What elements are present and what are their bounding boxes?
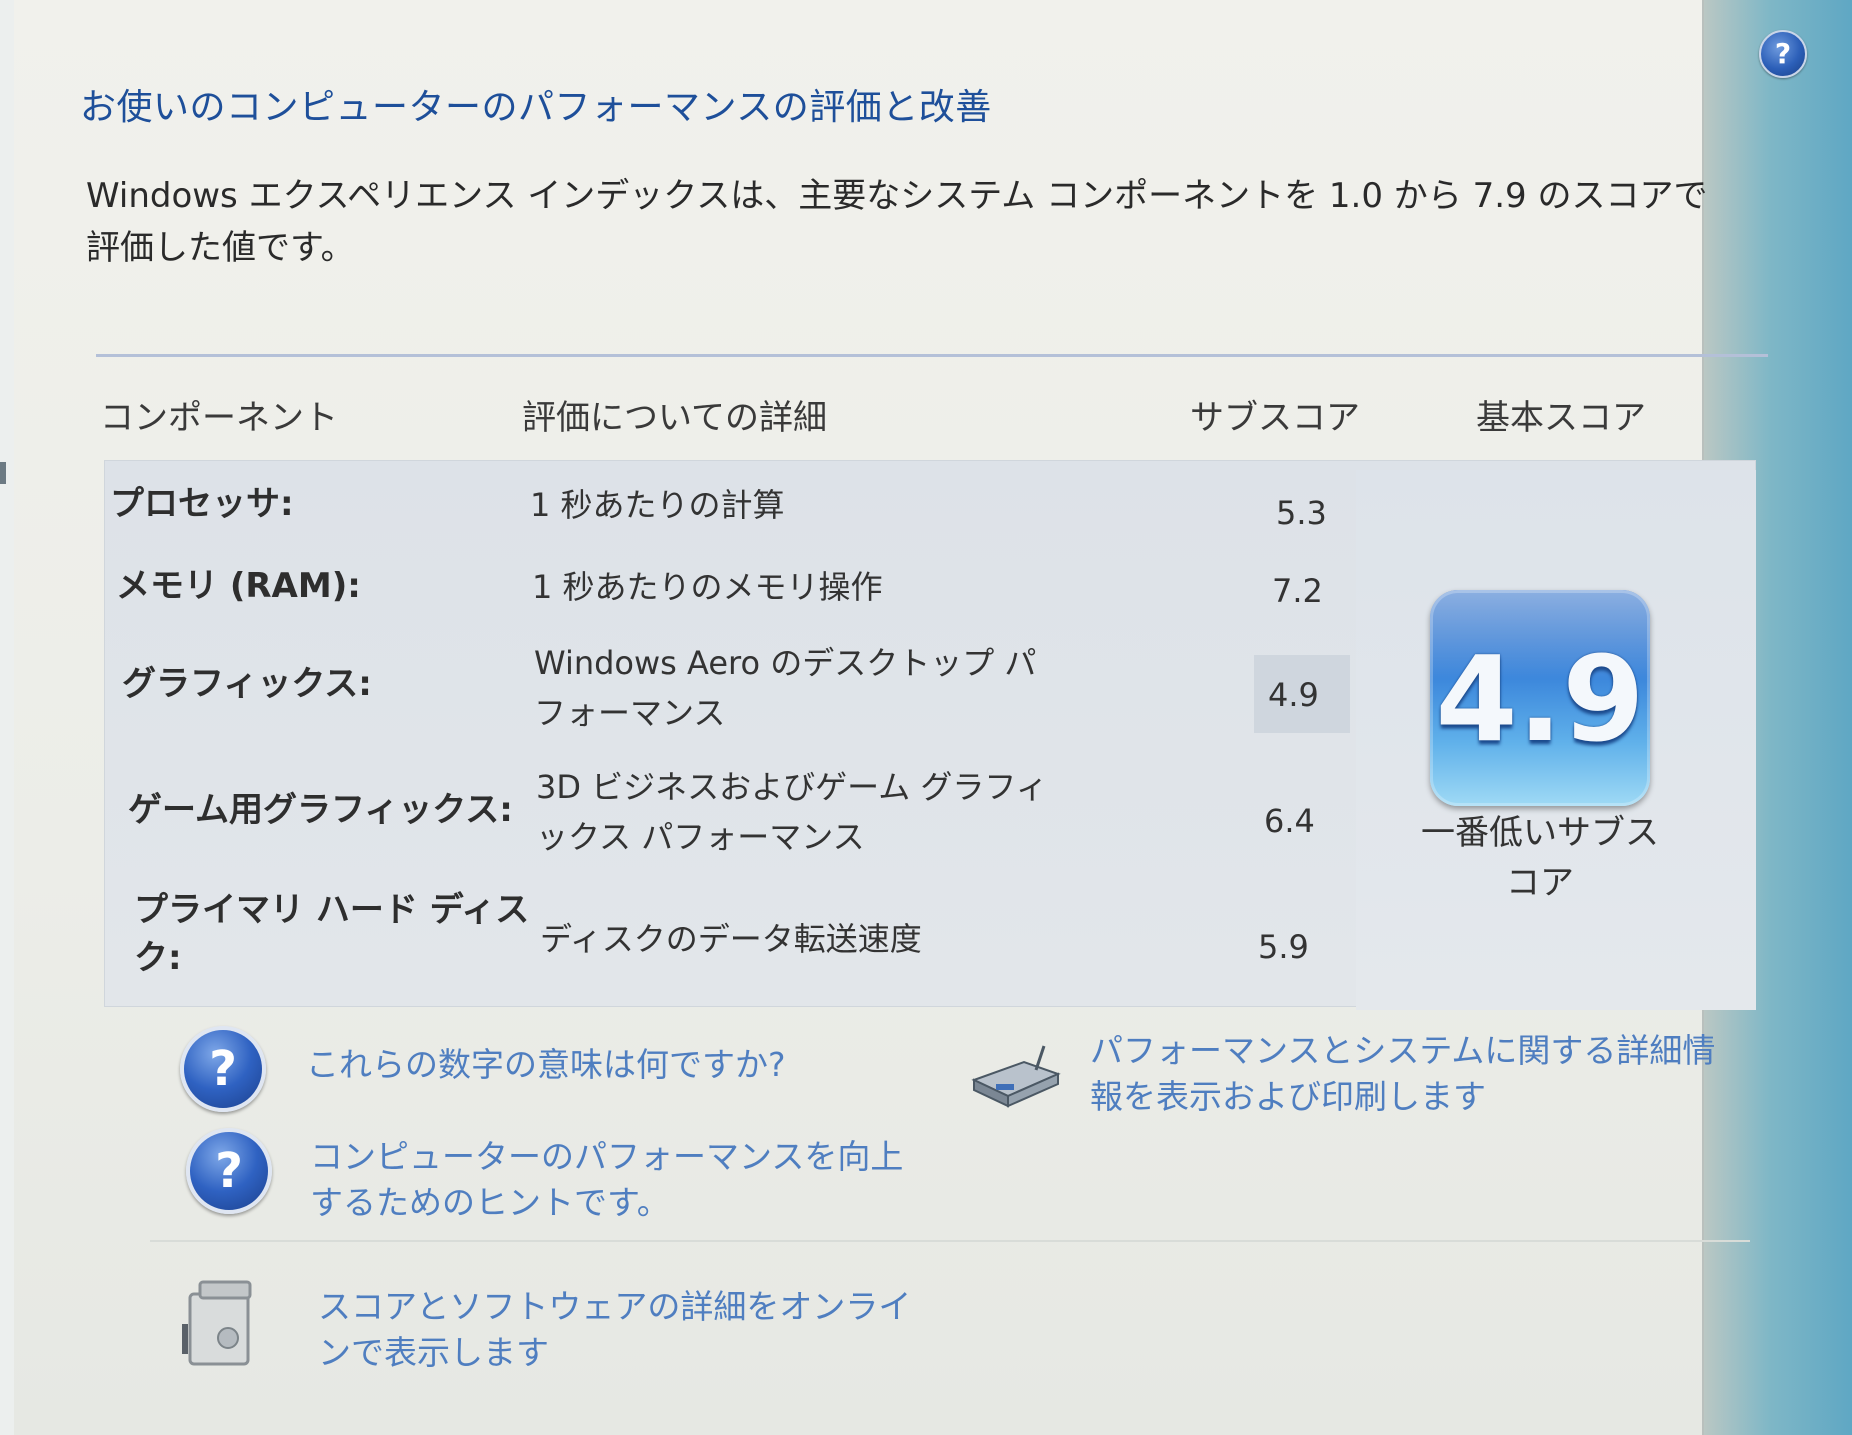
- help-icon[interactable]: ?: [1759, 30, 1807, 78]
- row-desc-processor: 1 秒あたりの計算: [530, 486, 785, 524]
- left-pane-edge: [0, 0, 15, 1435]
- link-online-details-line1[interactable]: スコアとソフトウェアの詳細をオンライ: [318, 1284, 911, 1330]
- row-desc-graphics-line2: フォーマンス: [534, 694, 726, 732]
- page-title: お使いのコンピューターのパフォーマンスの評価と改善: [80, 87, 992, 128]
- row-desc-gaming-line1: 3D ビジネスおよびゲーム グラフィ: [536, 768, 1048, 806]
- header-subscore: サブスコア: [1190, 398, 1360, 438]
- row-desc-graphics: Windows Aero のデスクトップ パ フォーマンス: [534, 638, 1036, 738]
- row-desc-gaming-graphics: 3D ビジネスおよびゲーム グラフィ ックス パフォーマンス: [536, 762, 1048, 862]
- header-details: 評価についての詳細: [522, 398, 827, 438]
- link-print-details-line2[interactable]: 報を表示および印刷します: [1090, 1074, 1715, 1120]
- question-icon[interactable]: ?: [186, 1128, 272, 1214]
- base-score-tile: 4.9: [1430, 590, 1650, 806]
- online-details-icon[interactable]: [180, 1276, 264, 1372]
- printer-icon[interactable]: [966, 1040, 1062, 1110]
- link-print-details[interactable]: パフォーマンスとシステムに関する詳細情 報を表示および印刷します: [1090, 1028, 1715, 1120]
- header-base-score: 基本スコア: [1476, 398, 1646, 438]
- link-performance-tips-line1[interactable]: コンピューターのパフォーマンスを向上: [310, 1134, 903, 1180]
- link-score-meaning[interactable]: これらの数字の意味は何ですか?: [306, 1042, 786, 1088]
- row-desc-gaming-line2: ックス パフォーマンス: [536, 818, 865, 856]
- row-label-hard-disk: プライマリ ハード ディス ク:: [134, 886, 529, 982]
- row-score-processor: 5.3: [1276, 494, 1327, 532]
- header-component: コンポーネント: [100, 398, 338, 438]
- row-desc-hard-disk: ディスクのデータ転送速度: [540, 920, 922, 958]
- link-performance-tips[interactable]: コンピューターのパフォーマンスを向上 するためのヒントです。: [310, 1134, 903, 1226]
- link-performance-tips-line2[interactable]: するためのヒントです。: [310, 1180, 903, 1226]
- link-print-details-line1[interactable]: パフォーマンスとシステムに関する詳細情: [1090, 1028, 1715, 1074]
- base-score-caption-line1: 一番低いサブス: [1421, 813, 1659, 853]
- base-score-caption: 一番低いサブス コア: [1400, 808, 1680, 908]
- link-online-details[interactable]: スコアとソフトウェアの詳細をオンライ ンで表示します: [318, 1284, 911, 1376]
- row-label-hard-disk-line2: ク:: [134, 938, 182, 978]
- base-score-caption-line2: コア: [1506, 863, 1574, 903]
- left-pane-marker: [0, 462, 6, 484]
- header-divider: [96, 354, 1768, 357]
- row-score-memory: 7.2: [1272, 572, 1323, 610]
- intro-text: Windows エクスペリエンス インデックスは、主要なシステム コンポーネント…: [86, 170, 1766, 274]
- row-label-processor: プロセッサ:: [110, 484, 294, 524]
- row-label-graphics: グラフィックス:: [122, 664, 372, 704]
- row-score-graphics: 4.9: [1268, 676, 1319, 714]
- row-label-hard-disk-line1: プライマリ ハード ディス: [134, 890, 530, 930]
- row-label-memory: メモリ (RAM):: [116, 566, 361, 606]
- row-desc-memory: 1 秒あたりのメモリ操作: [532, 568, 883, 606]
- row-score-hard-disk: 5.9: [1258, 928, 1309, 966]
- base-score-value: 4.9: [1435, 630, 1645, 768]
- link-online-details-line2[interactable]: ンで表示します: [318, 1330, 911, 1376]
- row-label-gaming-graphics: ゲーム用グラフィックス:: [128, 790, 513, 830]
- intro-line-2: 評価した値です。: [86, 228, 355, 268]
- intro-line-1: Windows エクスペリエンス インデックスは、主要なシステム コンポーネント…: [86, 176, 1708, 216]
- row-score-gaming-graphics: 6.4: [1264, 802, 1315, 840]
- row-desc-graphics-line1: Windows Aero のデスクトップ パ: [534, 644, 1037, 682]
- question-icon[interactable]: ?: [180, 1026, 266, 1112]
- links-separator: [150, 1240, 1750, 1242]
